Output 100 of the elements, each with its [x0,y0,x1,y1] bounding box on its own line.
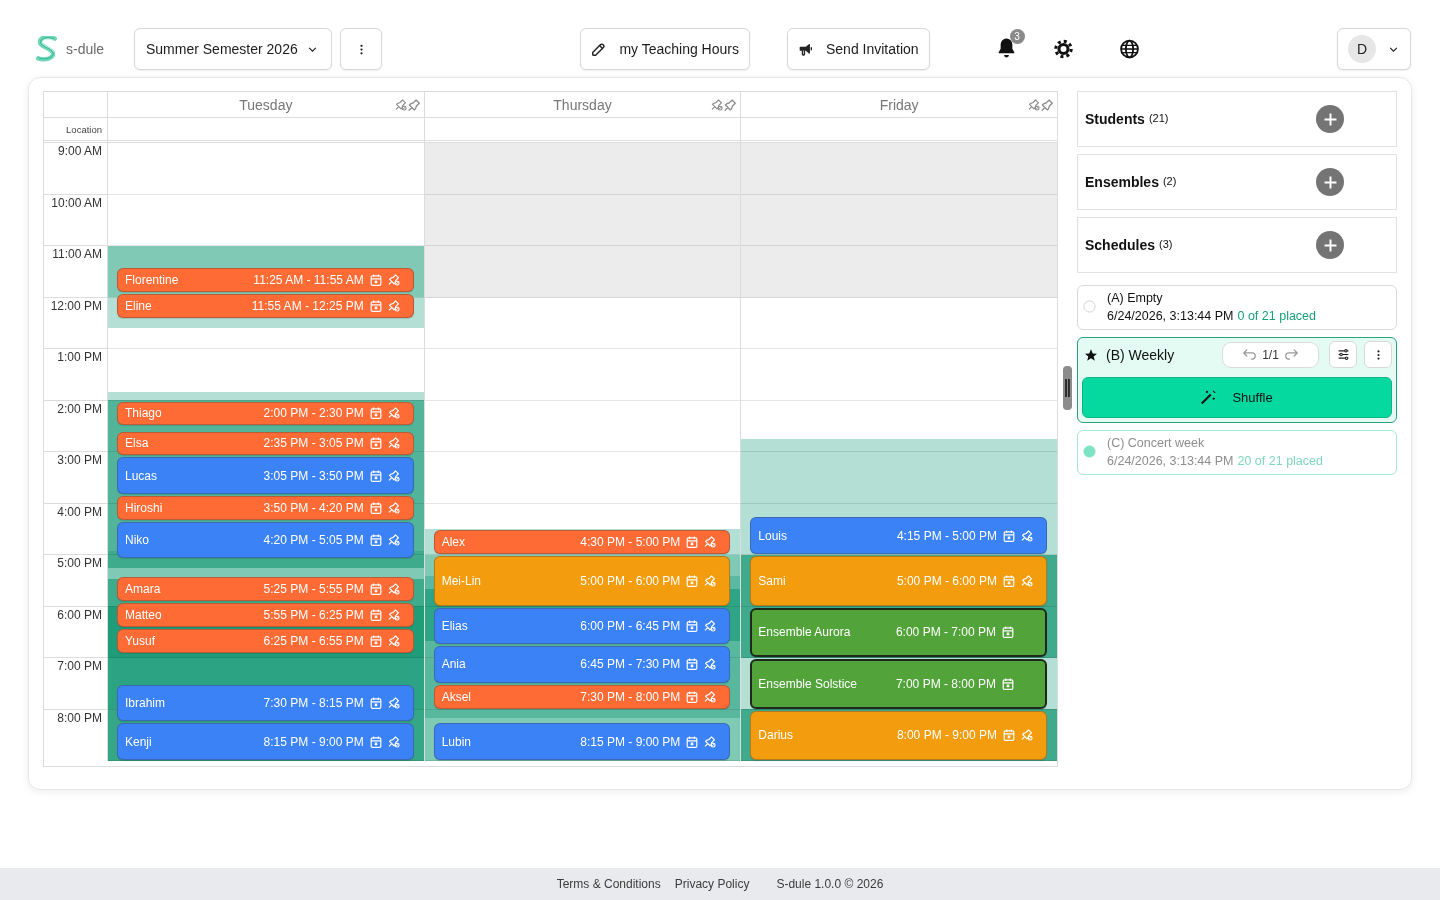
pin-icon[interactable] [724,99,737,111]
sliders-icon [1337,349,1349,360]
lesson-event[interactable]: Elsa 2:35 PM - 3:05 PM [117,431,414,456]
sidebar-section[interactable]: Schedules $^{(3)}$ [1077,217,1397,273]
calendar-icon[interactable] [369,469,382,482]
send-invitation-button[interactable]: Send Invitation [786,28,930,70]
section-count: (2) [1162,175,1177,187]
lesson-event[interactable]: Alex 4:30 PM - 5:00 PM [433,530,731,554]
add-button[interactable] [1316,168,1344,196]
lesson-event[interactable]: Aksel 7:30 PM - 8:00 PM [433,684,731,709]
event-time: 4:15 PM - 5:00 PM [896,528,997,543]
more-button[interactable] [1364,341,1392,368]
lesson-event[interactable]: Amara 5:25 PM - 5:55 PM [117,577,414,602]
calendar-icon[interactable] [686,536,699,549]
lesson-event[interactable]: Eline 11:55 AM - 12:25 PM [117,294,414,318]
notification-badge: 3 [1009,29,1025,44]
calendar-icon[interactable] [369,407,382,420]
lesson-event[interactable]: Thiago 2:00 PM - 2:30 PM [117,401,414,426]
lesson-event[interactable]: Elias 6:00 PM - 6:45 PM [433,607,731,645]
history-position: 1/1 [1262,347,1279,362]
calendar-icon[interactable] [369,735,382,748]
time-label: 1:00 PM [57,350,102,364]
event-name: Kenji [125,734,153,749]
calendar-icon[interactable] [369,583,382,596]
lesson-event[interactable]: Mei-Lin 5:00 PM - 6:00 PM [433,556,731,606]
lesson-event[interactable]: Yusuf 6:25 PM - 6:55 PM [117,628,414,653]
event-time: 7:00 PM - 8:00 PM [895,676,996,691]
filter-button[interactable] [1329,341,1357,368]
event-name: Florentine [125,273,180,288]
pin-icon[interactable] [1028,99,1040,111]
add-button[interactable] [1316,105,1344,133]
lesson-event[interactable]: Hiroshi 3:50 PM - 4:20 PM [117,495,414,520]
radio-icon[interactable] [1083,300,1096,313]
ensemble-event[interactable]: Ensemble Solstice 7:00 PM - 8:00 PM [750,659,1047,709]
shuffle-button[interactable]: Shuffle [1082,377,1392,418]
redo-icon[interactable] [1284,349,1298,360]
ensemble-event[interactable]: Ensemble Aurora 6:00 PM - 7:00 PM [750,607,1047,657]
bell-icon[interactable] [996,38,1016,58]
add-button[interactable] [1316,231,1344,259]
time-label: 8:00 PM [57,710,102,725]
location-label: Location [66,123,102,135]
section-title: Schedules [1085,237,1156,253]
pin-icon[interactable] [394,99,407,111]
settings-icon[interactable] [1053,39,1073,59]
lesson-event[interactable]: Lucas 3:05 PM - 3:50 PM [117,457,414,494]
lesson-event[interactable]: Matteo 5:55 PM - 6:25 PM [117,603,414,627]
teaching-hours-button[interactable]: my Teaching Hours [580,28,750,70]
calendar-icon[interactable] [369,437,382,450]
globe-icon[interactable] [1119,39,1139,59]
event-name: Elias [441,618,469,633]
event-time: 8:15 PM - 9:00 PM [580,734,681,749]
calendar-icon[interactable] [369,609,382,622]
event-name: Lubin [441,734,473,749]
plus-icon [1323,112,1337,126]
schedule-item[interactable]: (C) Concert week 6/24/2026, 3:13:44 PM 20 of 21 placed [1077,430,1397,475]
calendar-icon[interactable] [1002,677,1014,690]
pin-icon[interactable] [711,99,724,111]
calendar-icon[interactable] [1002,626,1014,639]
time-label: 10:00 AM [51,195,102,210]
schedule-item[interactable]: (A) Empty 6/24/2026, 3:13:44 PM 0 of 21 placed [1077,285,1397,330]
lesson-event[interactable]: Kenji 8:15 PM - 9:00 PM [117,723,414,760]
lesson-event[interactable]: Sami 5:00 PM - 6:00 PM [750,556,1047,606]
calendar-icon[interactable] [686,658,699,671]
calendar-icon[interactable] [369,634,382,647]
schedule-item[interactable]: (B) Weekly 1/1 Shuffle [1077,337,1397,423]
pin-icon[interactable] [1041,99,1053,111]
lesson-event[interactable]: Florentine 11:25 AM - 11:55 AM [117,268,414,293]
event-time: 3:05 PM - 3:50 PM [263,468,364,483]
lesson-event[interactable]: Ibrahim 7:30 PM - 8:15 PM [117,684,414,722]
event-time: 11:25 AM - 11:55 AM [253,273,364,288]
sidebar-section[interactable]: Ensembles $^{(2)}$ [1077,154,1397,210]
event-name: Elsa [125,436,150,451]
resize-handle[interactable] [1063,366,1072,410]
lesson-event[interactable]: Louis 4:15 PM - 5:00 PM [750,517,1047,554]
event-time: 7:30 PM - 8:15 PM [263,696,364,711]
sidebar-section[interactable]: Students $^{(21)}$ [1077,91,1397,147]
calendar-icon[interactable] [369,533,382,546]
calendar-icon[interactable] [369,501,382,514]
calendar-icon[interactable] [369,697,382,710]
pin-icon[interactable] [407,99,420,111]
semester-dropdown[interactable]: Summer Semester 2026 [134,28,332,70]
calendar-icon[interactable] [1003,729,1015,742]
calendar-icon[interactable] [1003,574,1015,587]
time-label: 6:00 PM [57,607,102,622]
calendar-icon[interactable] [1003,529,1015,542]
footer-link[interactable]: Privacy Policy [674,877,750,891]
lesson-event[interactable]: Niko 4:20 PM - 5:05 PM [117,521,414,559]
calendar-icon[interactable] [686,619,699,632]
lesson-event[interactable]: Ania 6:45 PM - 7:30 PM [433,646,731,683]
undo-icon[interactable] [1243,349,1257,360]
lesson-event[interactable]: Lubin 8:15 PM - 9:00 PM [433,723,731,760]
calendar-icon[interactable] [369,300,382,313]
calendar-icon[interactable] [686,574,699,587]
calendar-icon[interactable] [369,274,382,287]
calendar-icon[interactable] [686,690,699,703]
lesson-event[interactable]: Darius 8:00 PM - 9:00 PM [750,710,1047,760]
user-menu[interactable]: D [1337,28,1411,70]
footer-link[interactable]: Terms & Conditions [556,877,661,891]
calendar-icon[interactable] [686,735,699,748]
radio-icon[interactable] [1083,445,1096,458]
